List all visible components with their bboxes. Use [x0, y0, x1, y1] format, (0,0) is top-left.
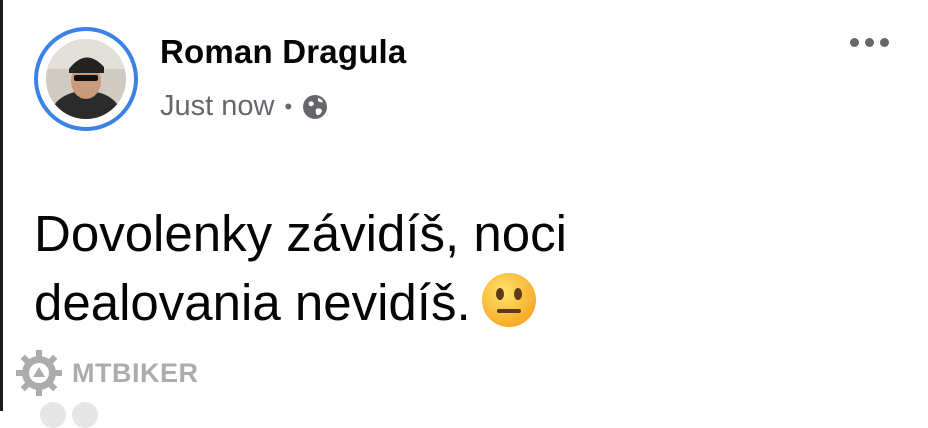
avatar[interactable] [34, 27, 138, 131]
window-edge [0, 0, 3, 411]
watermark: MTBIKER [14, 348, 199, 398]
more-options-icon[interactable] [850, 38, 889, 47]
post-text-line: Dovolenky závidíš, noci [34, 205, 567, 262]
post-text-segment: dealovania nevidíš. [34, 273, 471, 331]
gear-logo-icon [14, 348, 64, 398]
post-meta: Just now • [160, 90, 330, 123]
avatar-photo [46, 39, 126, 119]
neutral-face-emoji-icon [481, 272, 537, 328]
post-timestamp[interactable]: Just now [160, 90, 274, 123]
post-text-line-2: dealovania nevidíš. [34, 269, 894, 338]
reaction-preview [40, 402, 98, 428]
meta-separator: • [284, 93, 293, 119]
author-name[interactable]: Roman Dragula [160, 33, 406, 71]
post-body: Dovolenky závidíš, noci dealovania nevid… [34, 200, 894, 338]
watermark-text: MTBIKER [72, 357, 199, 388]
globe-icon[interactable] [300, 92, 330, 122]
